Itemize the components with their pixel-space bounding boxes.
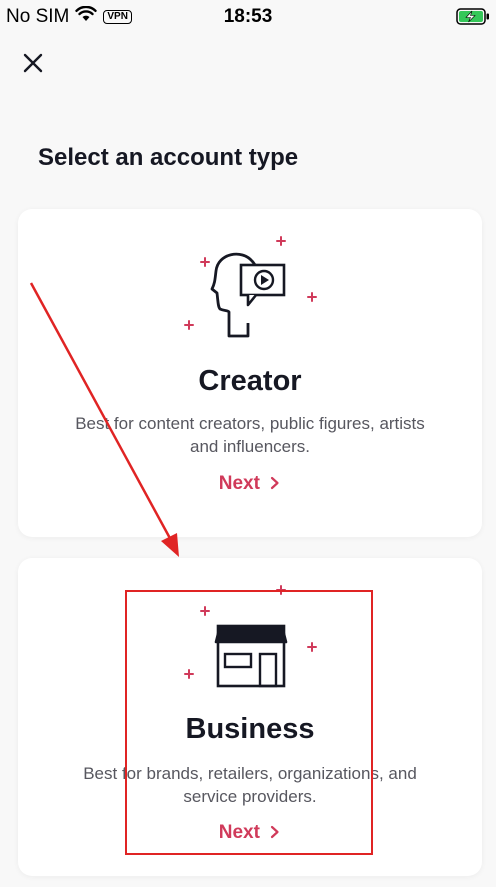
storefront-icon	[184, 585, 317, 688]
close-button[interactable]	[20, 50, 46, 76]
business-description: Best for brands, retailers, organization…	[83, 764, 417, 806]
creator-head-video-icon	[184, 236, 317, 338]
creator-title: Creator	[198, 365, 302, 397]
creator-option-card[interactable]: Creator Best for content creators, publi…	[18, 209, 482, 537]
status-time: 18:53	[223, 6, 273, 27]
chevron-right-icon	[271, 825, 279, 839]
chevron-right-icon	[271, 476, 279, 490]
page-title: Select an account type	[38, 144, 299, 171]
battery-charging-icon	[456, 8, 490, 31]
creator-next-link[interactable]: Next	[18, 473, 482, 495]
status-bar: No SIM VPN 18:53	[0, 0, 496, 34]
close-icon	[23, 53, 43, 73]
business-next-link[interactable]: Next	[18, 822, 482, 844]
creator-description: Best for content creators, public figure…	[75, 414, 425, 456]
business-option-card[interactable]: Business Best for brands, retailers, org…	[18, 558, 482, 876]
creator-next-label: Next	[218, 473, 260, 494]
business-next-label: Next	[218, 822, 260, 843]
business-title: Business	[185, 713, 315, 745]
